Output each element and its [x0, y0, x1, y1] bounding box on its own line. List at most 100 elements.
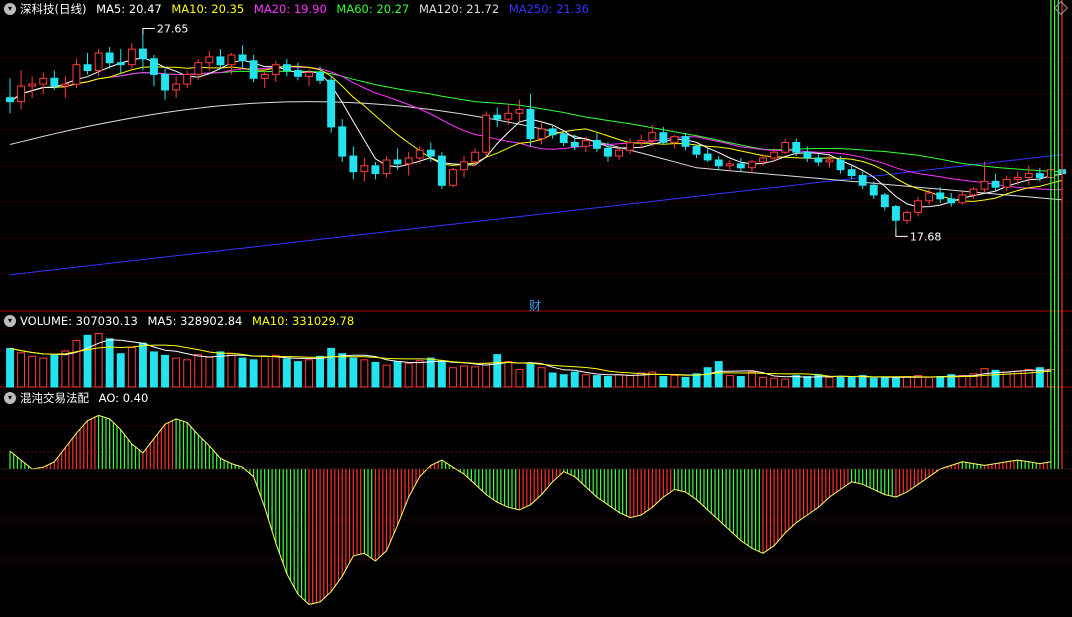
candle-body	[172, 83, 181, 91]
volume-bar	[847, 376, 856, 388]
candle-body	[404, 157, 413, 165]
candle-body	[260, 73, 269, 79]
volume-bar	[593, 375, 601, 388]
ma20-legend: MA20: 19.90	[253, 2, 327, 16]
candle-body	[327, 79, 336, 128]
volume-bar	[61, 350, 70, 388]
volume-bar	[792, 375, 801, 388]
volume-bar	[581, 374, 590, 388]
candle-body	[382, 159, 391, 175]
candle-body	[725, 163, 734, 167]
extreme-label: 17.68	[910, 230, 942, 243]
volume-bar	[327, 347, 336, 388]
volume-bar	[39, 357, 48, 388]
ao-outline	[9, 414, 1051, 605]
volume-bar	[72, 340, 81, 388]
panel-toggle-icon[interactable]: ▾	[4, 3, 16, 15]
volume-bar	[460, 365, 469, 388]
volume-bar	[449, 367, 457, 388]
volume-bar	[238, 357, 247, 388]
volume-bar	[725, 375, 734, 388]
candle-body	[803, 151, 812, 159]
volume-bar	[260, 355, 269, 388]
volume-bar	[105, 338, 114, 388]
candle-body	[604, 147, 612, 157]
volume-bar	[570, 371, 579, 388]
candle-body	[105, 52, 114, 64]
volume-bar	[17, 352, 26, 388]
candle-body	[338, 126, 347, 157]
candle-body	[460, 161, 469, 171]
candle-body	[892, 206, 900, 221]
candle-body	[161, 73, 170, 91]
candle-body	[305, 72, 314, 77]
volume-bar	[216, 351, 225, 388]
candle-body	[393, 159, 402, 165]
ao-legend: 混沌交易法配 AO: 0.40	[20, 389, 154, 407]
candle-body	[1002, 178, 1011, 188]
volume-bar	[825, 376, 834, 388]
candle-body	[703, 153, 712, 161]
candle-body	[792, 142, 801, 153]
volume-bar	[205, 356, 214, 388]
main-legend: 深科技(日线) MA5: 20.47 MA10: 20.35 MA20: 19.…	[20, 0, 595, 18]
candle-body	[493, 114, 502, 120]
volume-bar	[183, 359, 192, 388]
volume-bar	[892, 377, 900, 388]
volume-bar	[382, 364, 391, 388]
candle-body	[50, 77, 59, 87]
candle-body	[61, 83, 70, 87]
candle-body	[437, 155, 446, 186]
volume-bar	[714, 361, 723, 388]
volume-bar	[748, 371, 756, 388]
candle-body	[1024, 173, 1033, 179]
candle-body	[759, 157, 767, 163]
candle-body	[471, 151, 480, 163]
volume-bar	[127, 347, 136, 388]
volume-bar	[116, 353, 125, 388]
candle-body	[238, 54, 247, 62]
volume-bar	[437, 361, 446, 388]
volume-toggle-icon[interactable]: ▾	[4, 315, 16, 327]
candle-body	[925, 192, 934, 202]
candle-body	[659, 132, 668, 143]
candle-body	[847, 169, 856, 176]
candle-body	[139, 48, 147, 60]
volume-bar	[294, 361, 302, 388]
finance-marker[interactable]: 财	[529, 297, 541, 314]
volume-bar	[559, 374, 568, 388]
volume-bar	[349, 357, 358, 388]
volume-bar	[781, 378, 790, 388]
candle-body	[903, 212, 911, 221]
volume-bar	[371, 361, 380, 388]
volume-bar	[227, 353, 236, 388]
candle-body	[869, 184, 878, 196]
candle-body	[958, 194, 967, 204]
volume-bar	[50, 354, 59, 388]
candle-body	[880, 194, 889, 208]
candle-body	[814, 157, 823, 163]
ao-toggle-icon[interactable]: ▾	[4, 392, 16, 404]
candle-body	[648, 132, 657, 141]
candle-body	[227, 54, 236, 66]
volume-bar	[426, 357, 435, 388]
volume-bar	[736, 376, 745, 388]
volume-bar	[393, 361, 402, 388]
candle-body	[670, 136, 679, 143]
candle-body	[615, 149, 623, 157]
volume-bar	[338, 353, 347, 388]
candle-body	[559, 134, 568, 143]
candle-body	[183, 73, 192, 85]
chart-stage: 27.65 17.68 ▾ 深科技(日线) MA5: 20.47 MA10: 20…	[0, 0, 1072, 613]
candle-body	[692, 145, 701, 155]
volume-bar	[150, 351, 158, 388]
volume-bar	[770, 377, 779, 388]
volume-bar	[836, 376, 845, 388]
candle-body	[836, 159, 845, 171]
candle-body	[914, 200, 922, 214]
ma250-legend: MA250: 21.36	[508, 2, 590, 16]
candle-body	[205, 56, 214, 64]
candle-body	[781, 142, 790, 153]
ma60-legend: MA60: 20.27	[336, 2, 410, 16]
volume-legend: VOLUME: 307030.13 MA5: 328902.84 MA10: 3…	[20, 312, 360, 330]
